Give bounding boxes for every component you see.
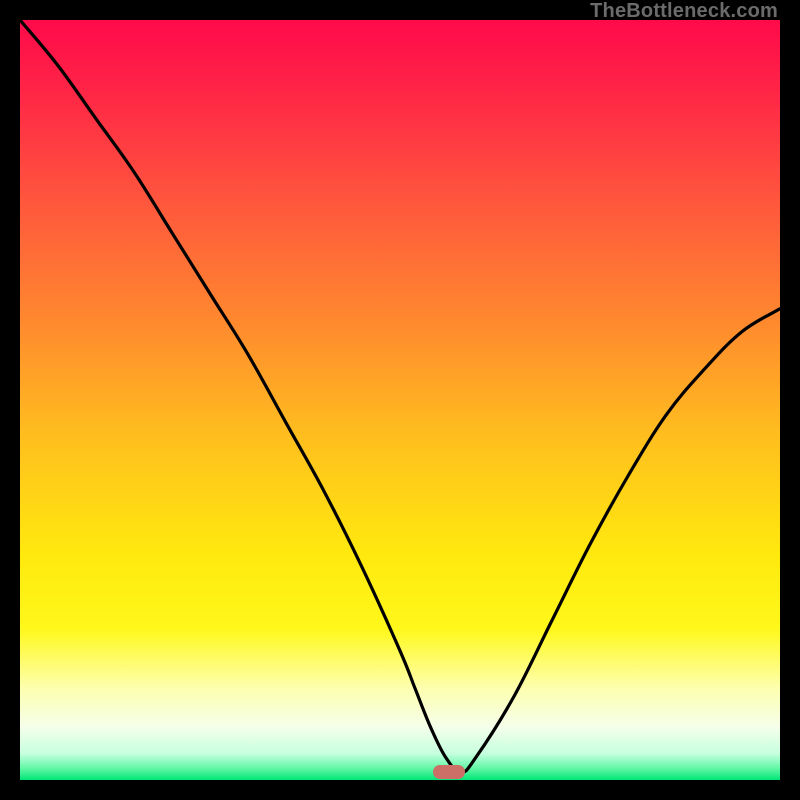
plot-area bbox=[20, 20, 780, 780]
chart-frame: TheBottleneck.com bbox=[0, 0, 800, 800]
bottleneck-curve bbox=[20, 20, 780, 780]
attribution-label: TheBottleneck.com bbox=[590, 0, 778, 23]
optimum-marker bbox=[433, 765, 465, 779]
